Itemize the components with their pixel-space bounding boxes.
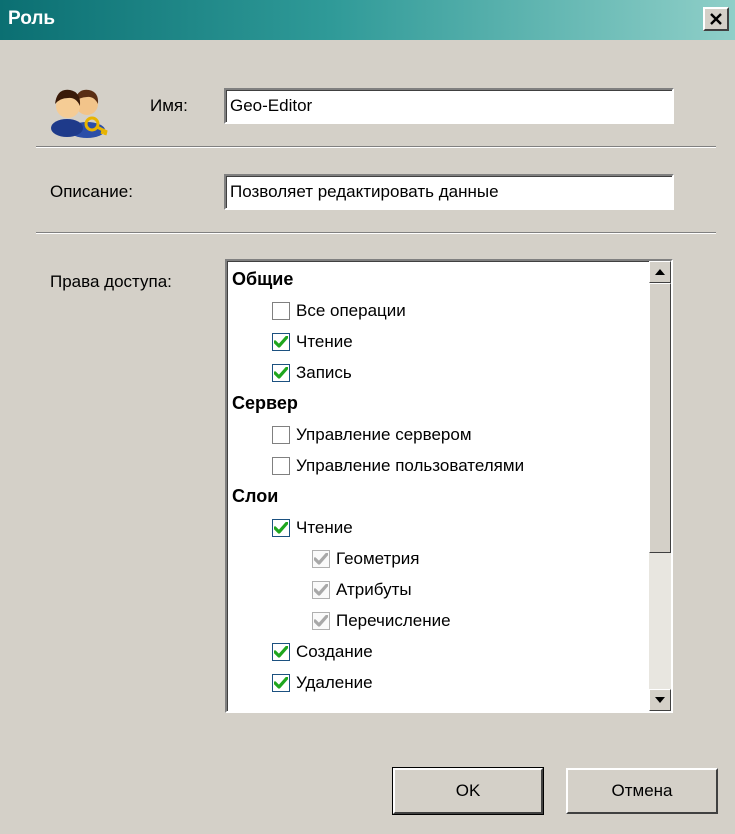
- check-mark-icon: [314, 614, 328, 627]
- users-key-icon: [51, 89, 108, 138]
- title-bar: Роль: [0, 0, 735, 40]
- separator-top: [36, 146, 716, 148]
- scroll-down-arrow-icon: [655, 697, 665, 703]
- check-mark-icon: [274, 676, 288, 689]
- permission-item-label: Запись: [296, 362, 352, 382]
- check-mark-icon: [274, 335, 288, 348]
- scroll-down-button[interactable]: [649, 689, 671, 711]
- description-label: Описание:: [50, 182, 133, 201]
- check-mark-icon: [314, 583, 328, 596]
- permission-group-label: Слои: [232, 486, 279, 506]
- checkbox-checked: [312, 611, 330, 630]
- ok-button[interactable]: OK: [392, 767, 544, 815]
- check-mark-icon: [314, 552, 328, 565]
- check-mark-icon: [274, 366, 288, 379]
- checkbox-checked[interactable]: [272, 332, 290, 351]
- permission-item-label: Управление пользователями: [296, 455, 525, 475]
- cancel-button[interactable]: Отмена: [566, 768, 718, 814]
- permission-item[interactable]: Все операции: [230, 295, 640, 326]
- description-input[interactable]: [226, 176, 672, 208]
- checkbox-checked: [312, 549, 330, 568]
- permission-item[interactable]: Управление пользователями: [230, 450, 640, 481]
- vertical-scrollbar[interactable]: [649, 261, 671, 711]
- permission-item-label: Атрибуты: [336, 579, 412, 599]
- permission-group-header: Слои: [230, 481, 640, 512]
- permission-group-header: Сервер: [230, 388, 640, 419]
- checkbox-unchecked[interactable]: [272, 425, 290, 444]
- checkbox-unchecked[interactable]: [272, 456, 290, 475]
- checkbox-checked: [312, 580, 330, 599]
- permission-item-label: Управление сервером: [296, 424, 472, 444]
- checkbox-checked[interactable]: [272, 363, 290, 382]
- permission-item-label: Чтение: [296, 517, 353, 537]
- separator-bottom: [36, 232, 716, 234]
- permission-item[interactable]: Чтение: [230, 512, 640, 543]
- permissions-label: Права доступа:: [50, 272, 172, 291]
- checkbox-checked[interactable]: [272, 518, 290, 537]
- permission-item-label: Все операции: [296, 300, 406, 320]
- window-title: Роль: [8, 8, 56, 29]
- close-button[interactable]: [703, 7, 729, 31]
- permission-item: Перечисление: [230, 605, 640, 636]
- check-mark-icon: [274, 645, 288, 658]
- permission-item-label: Перечисление: [336, 610, 451, 630]
- permission-item-label: Удаление: [296, 672, 373, 692]
- permission-item[interactable]: Чтение: [230, 326, 640, 357]
- permissions-list-content: Общие Все операции Чтение Запись Сервер Управ…: [230, 264, 640, 698]
- permission-item[interactable]: Управление сервером: [230, 419, 640, 450]
- scroll-up-arrow-icon: [655, 269, 665, 275]
- permission-group-header: Общие: [230, 264, 640, 295]
- permission-item[interactable]: Удаление: [230, 667, 640, 698]
- checkbox-checked[interactable]: [272, 642, 290, 661]
- permission-item-label: Геометрия: [336, 548, 420, 568]
- checkbox-unchecked[interactable]: [272, 301, 290, 320]
- permission-item[interactable]: Создание: [230, 636, 640, 667]
- scrollbar-thumb[interactable]: [649, 283, 671, 553]
- name-input[interactable]: [226, 90, 672, 122]
- permission-item: Атрибуты: [230, 574, 640, 605]
- permission-item-label: Создание: [296, 641, 373, 661]
- checkbox-checked[interactable]: [272, 673, 290, 692]
- permission-item-label: Чтение: [296, 331, 353, 351]
- name-field[interactable]: [224, 88, 674, 124]
- name-label: Имя:: [150, 96, 188, 115]
- permissions-list[interactable]: Общие Все операции Чтение Запись Сервер Управ…: [225, 259, 673, 713]
- permission-group-label: Сервер: [232, 393, 298, 413]
- scroll-up-button[interactable]: [649, 261, 671, 283]
- description-field[interactable]: [224, 174, 674, 210]
- close-icon: [710, 13, 722, 25]
- permission-item: Геометрия: [230, 543, 640, 574]
- permission-item[interactable]: Запись: [230, 357, 640, 388]
- permission-group-label: Общие: [232, 269, 294, 289]
- check-mark-icon: [274, 521, 288, 534]
